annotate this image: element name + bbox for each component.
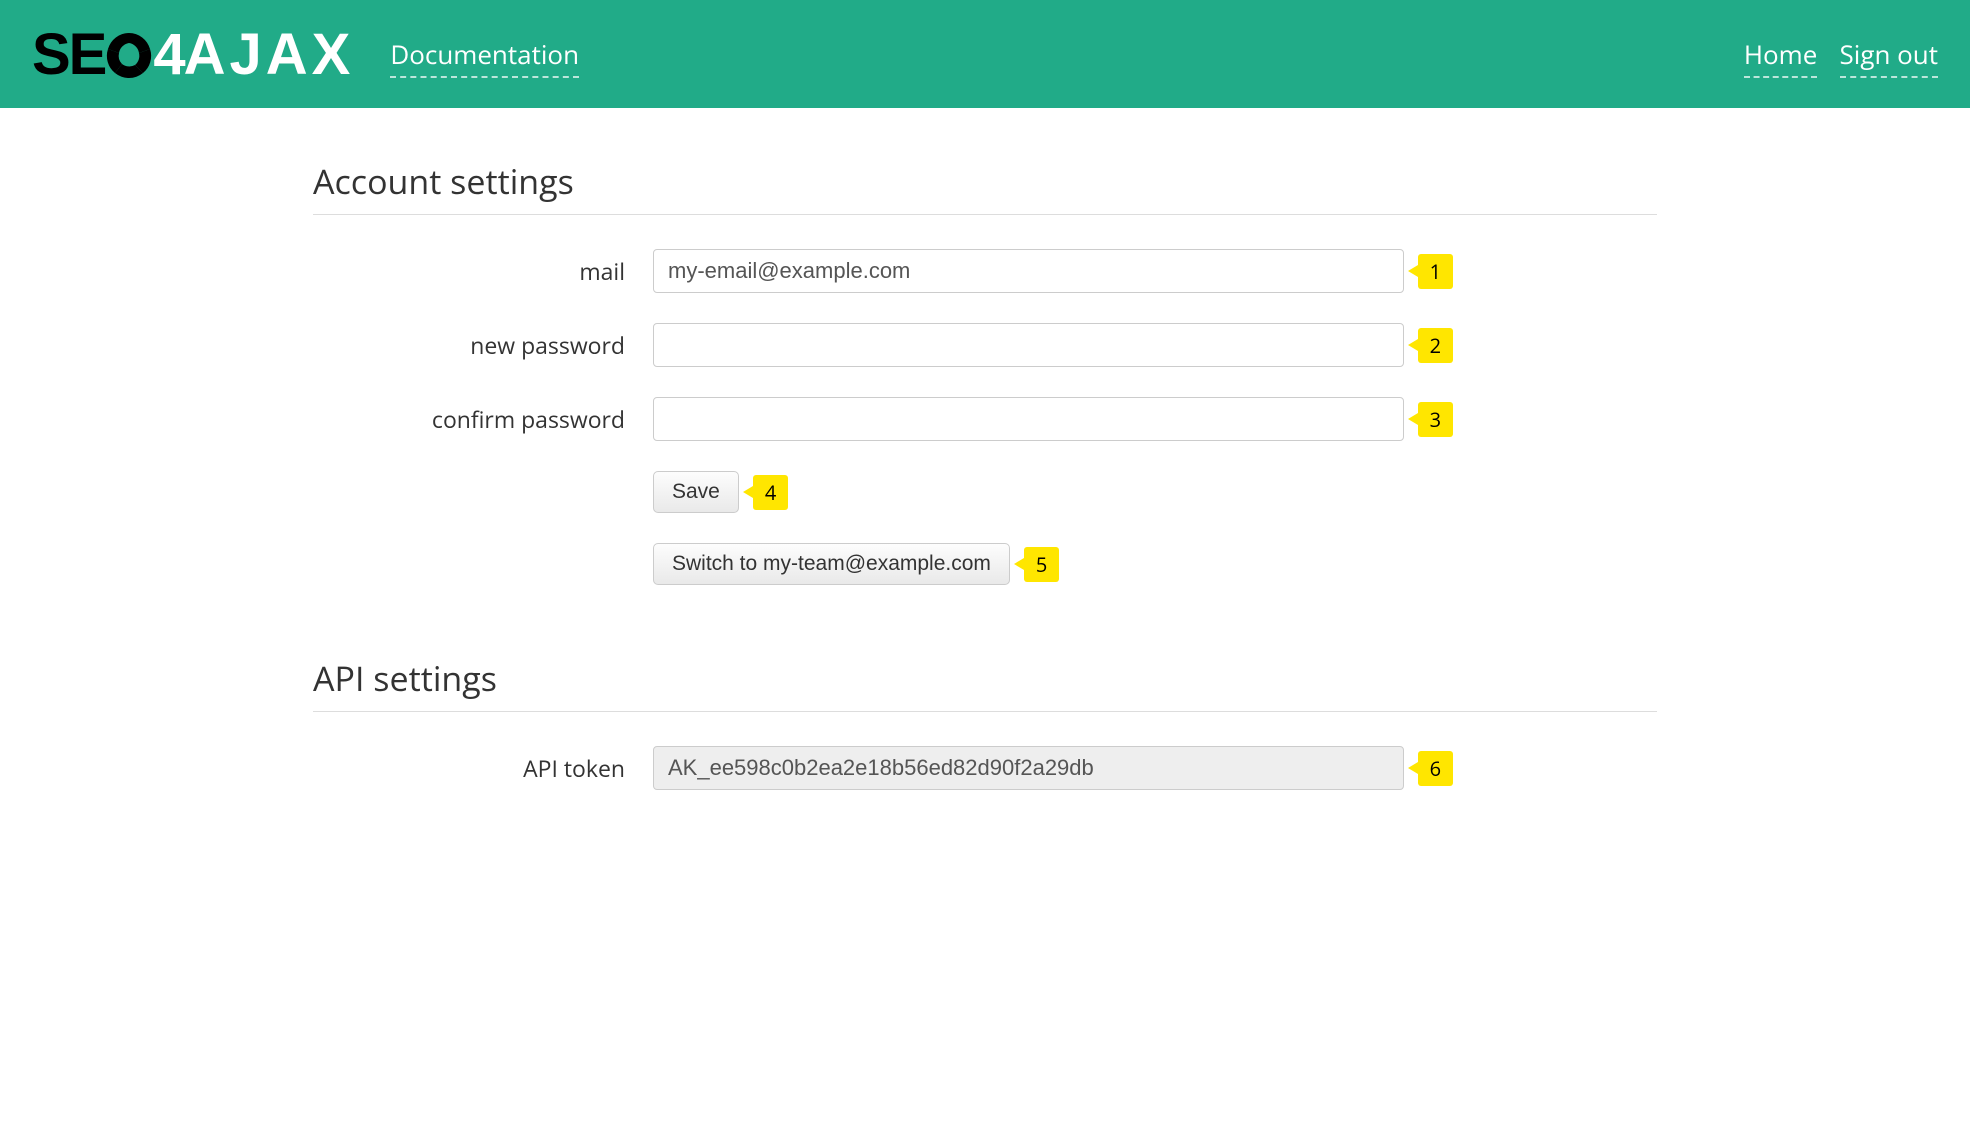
callout-1-label: 1	[1418, 254, 1453, 289]
callout-1: 1	[1408, 254, 1453, 289]
mail-row: mail 1	[313, 249, 1657, 293]
callout-2: 2	[1408, 328, 1453, 363]
logo-ring-icon	[103, 28, 155, 80]
callout-3-label: 3	[1418, 402, 1453, 437]
mail-input[interactable]	[653, 249, 1404, 293]
nav-right: Home Sign out	[1744, 36, 1938, 72]
nav-documentation[interactable]: Documentation	[390, 36, 579, 78]
callout-6: 6	[1408, 751, 1453, 786]
switch-account-button[interactable]: Switch to my-team@example.com	[653, 543, 1010, 585]
callout-4-label: 4	[753, 475, 788, 510]
logo-ajax-text: AJAX	[184, 21, 355, 88]
logo-four-text: 4	[153, 21, 183, 88]
save-button[interactable]: Save	[653, 471, 739, 513]
account-settings-title: Account settings	[313, 158, 1657, 204]
confirm-password-row: confirm password 3	[313, 397, 1657, 441]
callout-5-label: 5	[1024, 547, 1059, 582]
api-token-input[interactable]	[653, 746, 1404, 790]
nav-left: Documentation	[390, 36, 597, 72]
confirm-password-label: confirm password	[313, 403, 653, 435]
callout-5: 5	[1014, 547, 1059, 582]
api-token-row: API token 6	[313, 746, 1657, 790]
callout-4: 4	[743, 475, 788, 510]
api-token-label: API token	[313, 752, 653, 784]
main-container: Account settings mail 1 new password 2 c…	[281, 108, 1689, 860]
new-password-label: new password	[313, 329, 653, 361]
logo: SE 4 AJAX	[32, 21, 354, 88]
nav-home[interactable]: Home	[1744, 36, 1817, 78]
switch-row: Switch to my-team@example.com 5	[313, 543, 1657, 585]
section-divider	[313, 214, 1657, 215]
callout-2-label: 2	[1418, 328, 1453, 363]
new-password-row: new password 2	[313, 323, 1657, 367]
save-row: Save 4	[313, 471, 1657, 513]
new-password-input[interactable]	[653, 323, 1404, 367]
app-header: SE 4 AJAX Documentation Home Sign out	[0, 0, 1970, 108]
nav-signout[interactable]: Sign out	[1840, 36, 1939, 78]
logo-seo-text: SE	[32, 21, 105, 88]
mail-label: mail	[313, 255, 653, 287]
api-settings-title: API settings	[313, 655, 1657, 701]
confirm-password-input[interactable]	[653, 397, 1404, 441]
section-divider-2	[313, 711, 1657, 712]
callout-3: 3	[1408, 402, 1453, 437]
callout-6-label: 6	[1418, 751, 1453, 786]
